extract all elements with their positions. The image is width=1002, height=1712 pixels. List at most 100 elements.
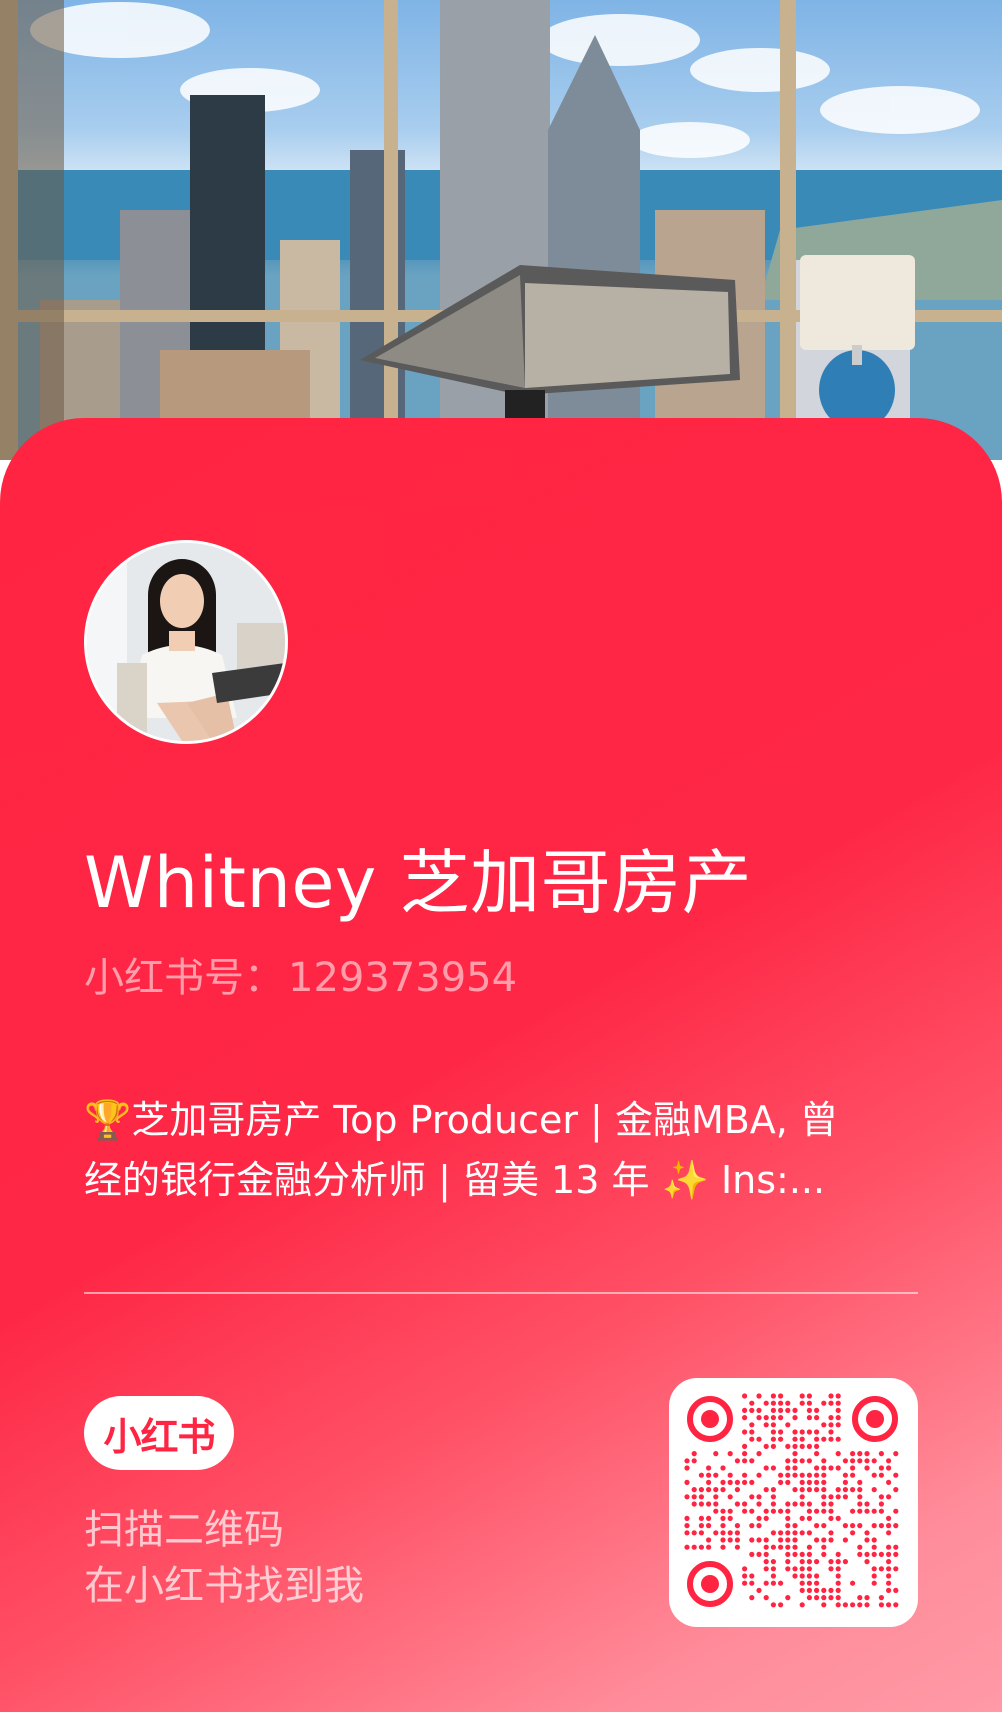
qr-module xyxy=(713,1508,719,1514)
qr-module xyxy=(785,1595,791,1601)
qr-module xyxy=(770,1487,776,1493)
qr-module xyxy=(792,1501,798,1507)
qr-module xyxy=(850,1523,856,1529)
qr-module xyxy=(684,1465,690,1471)
qr-module xyxy=(756,1587,762,1593)
qr-module xyxy=(742,1501,748,1507)
qr-module xyxy=(720,1544,726,1550)
qr-module xyxy=(727,1479,733,1485)
qr-module xyxy=(742,1566,748,1572)
qr-module xyxy=(842,1472,848,1478)
qr-module xyxy=(806,1501,812,1507)
qr-module xyxy=(821,1523,827,1529)
qr-module xyxy=(742,1429,748,1435)
qr-code[interactable] xyxy=(669,1378,918,1627)
qr-module xyxy=(770,1400,776,1406)
qr-module xyxy=(698,1487,704,1493)
qr-module xyxy=(806,1551,812,1557)
qr-module xyxy=(742,1393,748,1399)
qr-module xyxy=(799,1515,805,1521)
bio-line-2: 经的银行金融分析师 | 留美 13 年 ✨ Ins:... xyxy=(84,1158,826,1202)
qr-module xyxy=(821,1422,827,1428)
qr-module xyxy=(720,1515,726,1521)
qr-module xyxy=(835,1587,841,1593)
qr-module xyxy=(785,1537,791,1543)
qr-module xyxy=(770,1602,776,1608)
avatar[interactable] xyxy=(84,540,288,744)
qr-module xyxy=(850,1508,856,1514)
qr-module xyxy=(749,1551,755,1557)
qr-module xyxy=(864,1508,870,1514)
qr-module xyxy=(778,1407,784,1413)
qr-module xyxy=(734,1544,740,1550)
qr-module xyxy=(806,1400,812,1406)
qr-module xyxy=(720,1530,726,1536)
qr-module xyxy=(828,1566,834,1572)
qr-module xyxy=(698,1544,704,1550)
qr-module xyxy=(806,1407,812,1413)
qr-module xyxy=(727,1451,733,1457)
qr-module xyxy=(706,1544,712,1550)
qr-module xyxy=(799,1458,805,1464)
qr-module xyxy=(698,1523,704,1529)
qr-module xyxy=(734,1523,740,1529)
qr-module xyxy=(878,1494,884,1500)
qr-module xyxy=(814,1479,820,1485)
qr-module xyxy=(857,1523,863,1529)
qr-module xyxy=(886,1602,892,1608)
qr-module xyxy=(871,1566,877,1572)
qr-module xyxy=(792,1573,798,1579)
city-window-view xyxy=(0,0,1002,460)
qr-module xyxy=(706,1537,712,1543)
qr-module xyxy=(734,1501,740,1507)
qr-module xyxy=(734,1479,740,1485)
qr-module xyxy=(792,1530,798,1536)
qr-module xyxy=(871,1537,877,1543)
qr-module xyxy=(893,1544,899,1550)
qr-module xyxy=(814,1451,820,1457)
qr-module xyxy=(763,1544,769,1550)
qr-module xyxy=(720,1537,726,1543)
qr-module xyxy=(749,1595,755,1601)
qr-module xyxy=(763,1515,769,1521)
qr-module xyxy=(785,1407,791,1413)
qr-module xyxy=(756,1436,762,1442)
qr-module xyxy=(799,1479,805,1485)
qr-module xyxy=(749,1523,755,1529)
qr-module xyxy=(864,1559,870,1565)
qr-module xyxy=(893,1551,899,1557)
qr-module xyxy=(799,1436,805,1442)
qr-module xyxy=(878,1508,884,1514)
qr-module xyxy=(749,1494,755,1500)
qr-module xyxy=(806,1580,812,1586)
qr-module xyxy=(814,1537,820,1543)
qr-module xyxy=(785,1566,791,1572)
qr-module xyxy=(691,1487,697,1493)
qr-module xyxy=(756,1551,762,1557)
qr-module xyxy=(857,1595,863,1601)
qr-module xyxy=(835,1515,841,1521)
qr-module xyxy=(799,1443,805,1449)
bio-line-1: 🏆芝加哥房产 Top Producer | 金融MBA, 曾 xyxy=(84,1098,838,1142)
qr-module xyxy=(756,1537,762,1543)
qr-module xyxy=(806,1458,812,1464)
qr-module xyxy=(878,1451,884,1457)
qr-module xyxy=(842,1487,848,1493)
qr-module xyxy=(806,1487,812,1493)
qr-module xyxy=(799,1400,805,1406)
qr-module xyxy=(792,1415,798,1421)
qr-module xyxy=(886,1587,892,1593)
qr-module xyxy=(806,1587,812,1593)
qr-module xyxy=(691,1494,697,1500)
qr-module xyxy=(886,1465,892,1471)
red-id-value: 129373954 xyxy=(288,955,518,1001)
qr-module xyxy=(850,1487,856,1493)
qr-module xyxy=(871,1523,877,1529)
qr-module xyxy=(864,1551,870,1557)
profile-bio: 🏆芝加哥房产 Top Producer | 金融MBA, 曾 经的银行金融分析师… xyxy=(84,1090,924,1210)
qr-module xyxy=(742,1580,748,1586)
qr-module xyxy=(792,1458,798,1464)
qr-module xyxy=(734,1458,740,1464)
qr-module xyxy=(698,1472,704,1478)
qr-module xyxy=(684,1458,690,1464)
